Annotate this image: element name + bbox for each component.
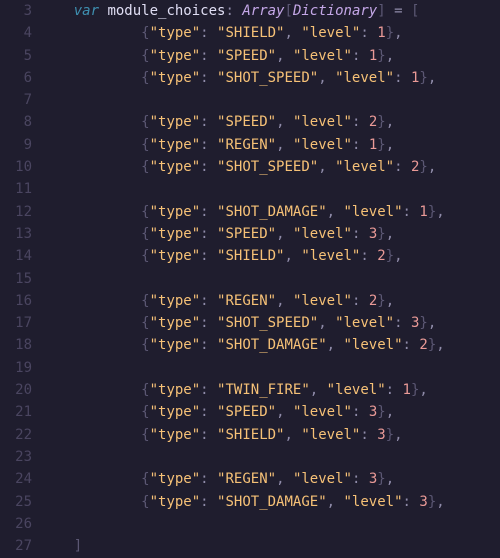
line-number: 7: [0, 89, 32, 111]
line-number: 24: [0, 468, 32, 490]
code-line[interactable]: {"type": "REGEN", "level": 3},: [40, 468, 500, 490]
code-line[interactable]: {"type": "SHOT_SPEED", "level": 1},: [40, 67, 500, 89]
line-number: 6: [0, 67, 32, 89]
line-number: 9: [0, 134, 32, 156]
code-line[interactable]: ]: [40, 535, 500, 557]
line-number: 18: [0, 334, 32, 356]
line-number: 21: [0, 401, 32, 423]
line-number: 17: [0, 312, 32, 334]
code-editor[interactable]: 3456789101112131415161718192021222324252…: [0, 0, 500, 558]
line-number-gutter: 3456789101112131415161718192021222324252…: [0, 0, 40, 558]
code-line[interactable]: [40, 268, 500, 290]
code-line[interactable]: {"type": "SHOT_DAMAGE", "level": 2},: [40, 334, 500, 356]
line-number: 4: [0, 22, 32, 44]
line-number: 5: [0, 45, 32, 67]
line-number: 26: [0, 513, 32, 535]
code-line[interactable]: [40, 513, 500, 535]
line-number: 8: [0, 111, 32, 133]
line-number: 3: [0, 0, 32, 22]
line-number: 27: [0, 535, 32, 557]
code-line[interactable]: {"type": "SHOT_DAMAGE", "level": 3},: [40, 491, 500, 513]
code-line[interactable]: {"type": "SHOT_SPEED", "level": 2},: [40, 156, 500, 178]
code-line[interactable]: [40, 89, 500, 111]
code-line[interactable]: {"type": "SHIELD", "level": 1},: [40, 22, 500, 44]
code-line[interactable]: [40, 357, 500, 379]
code-content[interactable]: var module_choices: Array[Dictionary] = …: [40, 0, 500, 558]
code-line[interactable]: var module_choices: Array[Dictionary] = …: [40, 0, 500, 22]
line-number: 14: [0, 245, 32, 267]
line-number: 10: [0, 156, 32, 178]
code-line[interactable]: {"type": "SPEED", "level": 1},: [40, 45, 500, 67]
line-number: 16: [0, 290, 32, 312]
code-line[interactable]: {"type": "SHOT_SPEED", "level": 3},: [40, 312, 500, 334]
code-line[interactable]: {"type": "REGEN", "level": 2},: [40, 290, 500, 312]
line-number: 25: [0, 491, 32, 513]
code-line[interactable]: {"type": "SPEED", "level": 2},: [40, 111, 500, 133]
line-number: 15: [0, 268, 32, 290]
code-line[interactable]: {"type": "REGEN", "level": 1},: [40, 134, 500, 156]
code-line[interactable]: {"type": "SHIELD", "level": 2},: [40, 245, 500, 267]
code-line[interactable]: {"type": "SPEED", "level": 3},: [40, 223, 500, 245]
line-number: 12: [0, 201, 32, 223]
line-number: 19: [0, 357, 32, 379]
line-number: 20: [0, 379, 32, 401]
line-number: 13: [0, 223, 32, 245]
code-line[interactable]: [40, 178, 500, 200]
code-line[interactable]: [40, 446, 500, 468]
code-line[interactable]: {"type": "SHOT_DAMAGE", "level": 1},: [40, 201, 500, 223]
code-line[interactable]: {"type": "TWIN_FIRE", "level": 1},: [40, 379, 500, 401]
line-number: 23: [0, 446, 32, 468]
line-number: 22: [0, 424, 32, 446]
line-number: 11: [0, 178, 32, 200]
code-line[interactable]: {"type": "SHIELD", "level": 3},: [40, 424, 500, 446]
code-line[interactable]: {"type": "SPEED", "level": 3},: [40, 401, 500, 423]
